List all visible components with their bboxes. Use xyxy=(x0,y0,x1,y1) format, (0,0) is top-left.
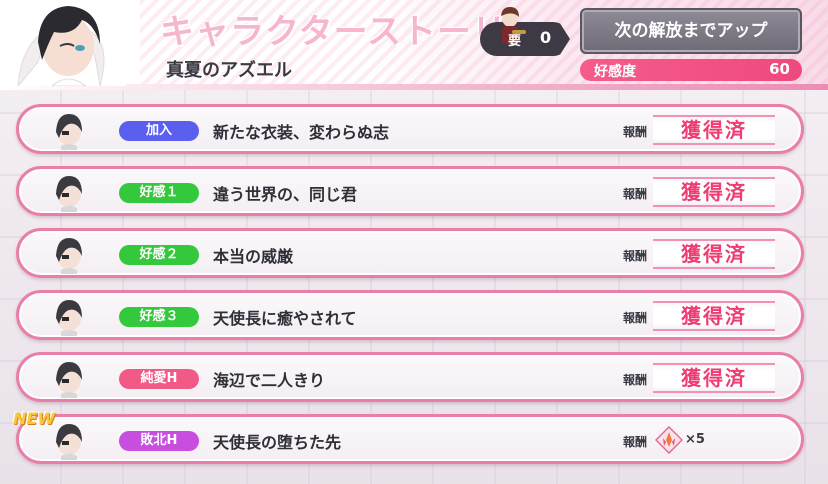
unlock-next-label: 次の解放までアップ xyxy=(614,21,768,41)
unlock-next-button[interactable]: 次の解放までアップ xyxy=(580,8,802,54)
story-row[interactable]: 純愛H 海辺で二人きり 報酬 獲得済 xyxy=(16,352,804,402)
character-avatar-icon xyxy=(49,110,89,150)
new-badge: NEW xyxy=(13,409,55,428)
story-row[interactable]: 好感１ 違う世界の、同じ君 報酬 獲得済 xyxy=(16,166,804,216)
gem-crystal-icon xyxy=(654,425,684,455)
character-avatar-icon xyxy=(49,234,89,274)
character-avatar-icon xyxy=(49,172,89,212)
reward-label: 報酬 xyxy=(623,373,648,387)
story-badge: 好感２ xyxy=(119,245,199,265)
reward-status: 獲得済 xyxy=(653,239,775,269)
ticket-count: 0 xyxy=(540,28,552,47)
character-avatar-icon xyxy=(49,420,89,460)
character-avatar-icon xyxy=(49,358,89,398)
character-avatar-icon xyxy=(49,296,89,336)
reward-status: 獲得済 xyxy=(653,177,775,207)
character-portrait xyxy=(8,2,126,86)
reward-label: 報酬 xyxy=(623,187,648,201)
reward-label: 報酬 xyxy=(623,125,648,139)
story-badge: 純愛H xyxy=(119,369,199,389)
reward-label: 報酬 xyxy=(623,435,648,449)
story-badge: 好感３ xyxy=(119,307,199,327)
ticket-label: 要 xyxy=(508,34,522,49)
affinity-bar: 好感度 60 xyxy=(580,59,802,81)
story-row[interactable]: 好感３ 天使長に癒やされて 報酬 獲得済 xyxy=(16,290,804,340)
affinity-label: 好感度 xyxy=(594,64,636,80)
story-badge: 好感１ xyxy=(119,183,199,203)
reward-quantity: ×5 xyxy=(685,432,705,447)
story-title: 本当の威厳 xyxy=(213,247,294,266)
header: キャラクターストーリー 真夏のアズエル 要 0 次の解放までアップ 好感度 60 xyxy=(0,0,828,90)
story-title: 天使長に癒やされて xyxy=(213,309,357,328)
story-row[interactable]: 好感２ 本当の威厳 報酬 獲得済 xyxy=(16,228,804,278)
character-name: 真夏のアズエル xyxy=(166,60,292,81)
story-badge: 加入 xyxy=(119,121,199,141)
reward-status: 獲得済 xyxy=(653,301,775,331)
story-title: 違う世界の、同じ君 xyxy=(213,185,358,204)
story-row[interactable]: 加入 新たな衣装、変わらぬ志 報酬 獲得済 xyxy=(16,104,804,154)
reward-status: 獲得済 xyxy=(653,363,775,393)
affinity-value: 60 xyxy=(769,60,790,78)
reward-label: 報酬 xyxy=(623,311,648,325)
story-badge: 敗北H xyxy=(119,431,199,451)
reward-label: 報酬 xyxy=(623,249,648,263)
story-title: 新たな衣装、変わらぬ志 xyxy=(213,123,390,142)
story-title: 天使長の堕ちた先 xyxy=(213,433,342,452)
reward-status: 獲得済 xyxy=(653,115,775,145)
story-title: 海辺で二人きり xyxy=(213,371,326,390)
story-row[interactable]: NEW 敗北H 天使長の堕ちた先 報酬 ×5 xyxy=(13,409,804,464)
